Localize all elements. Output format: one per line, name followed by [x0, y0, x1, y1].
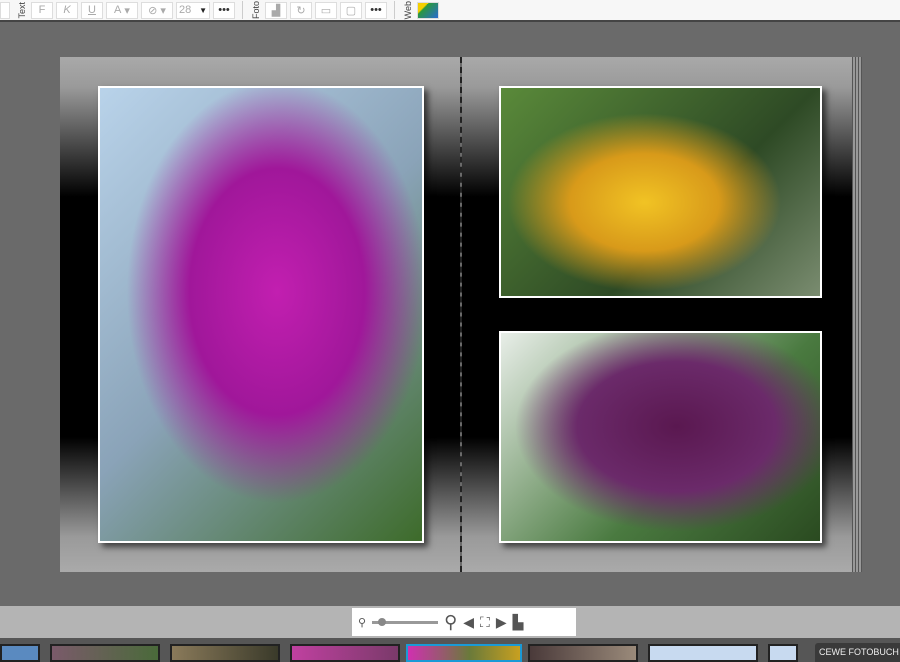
web-group-label: Web — [403, 0, 413, 20]
font-color-icon: A — [114, 4, 122, 16]
page-thumbnail[interactable] — [768, 644, 798, 662]
next-page-icon[interactable]: ▶ — [496, 614, 507, 631]
page-thumbnail[interactable] — [528, 644, 638, 662]
highlight-dropdown[interactable]: ⊘ ▾ — [141, 1, 173, 19]
highlight-icon: ⊘ — [148, 4, 158, 17]
previous-page-icon[interactable]: ◀ — [463, 614, 474, 631]
font-size-select[interactable]: 28 ▼ — [176, 1, 210, 19]
qr-code-icon[interactable] — [417, 1, 439, 19]
expand-button[interactable] — [0, 1, 10, 19]
page-view-toggle-icon[interactable]: ▙ — [513, 614, 524, 631]
page-thumbnail[interactable] — [290, 644, 400, 662]
text-group-label: Text — [17, 1, 27, 19]
underline-button[interactable]: U — [81, 1, 103, 19]
photo-yellow-orchid[interactable] — [499, 86, 822, 298]
page-thumbnail-selected[interactable] — [406, 644, 522, 662]
photo-layout-icon[interactable]: ▭ — [315, 1, 337, 19]
divider — [394, 1, 395, 19]
photo-edit-icon[interactable]: ▟ — [265, 1, 287, 19]
divider — [242, 1, 243, 19]
photo-frame-icon[interactable]: ▢ — [340, 1, 362, 19]
page-edge-right — [852, 57, 862, 572]
photo-more-button[interactable]: ••• — [365, 1, 387, 19]
fit-to-screen-icon[interactable]: ⛶ — [480, 614, 490, 631]
page-thumbnail[interactable] — [648, 644, 758, 662]
photo-purple-orchid[interactable] — [499, 331, 822, 543]
bold-button[interactable]: F — [31, 1, 53, 19]
toolbar: Text F K U A ▾ ⊘ ▾ 28 ▼ ••• Foto ▟ ↻ ▭ ▢ … — [0, 0, 900, 22]
page-thumbnail[interactable] — [170, 644, 280, 662]
photo-pink-orchid[interactable] — [98, 86, 424, 543]
zoom-slider[interactable] — [372, 617, 439, 626]
font-color-dropdown[interactable]: A ▾ — [106, 1, 138, 19]
text-more-button[interactable]: ••• — [213, 1, 235, 19]
chevron-down-icon: ▼ — [199, 5, 207, 15]
zoom-slider-knob[interactable] — [378, 617, 387, 626]
zoom-controls: ⚲ ⚲ ◀ ⛶ ▶ ▙ — [352, 608, 576, 636]
page-thumbnail[interactable] — [0, 644, 40, 662]
book-spine — [460, 57, 462, 572]
italic-button[interactable]: K — [56, 1, 78, 19]
photo-group-label: Foto — [251, 0, 261, 19]
font-size-value: 28 — [179, 4, 192, 16]
rotate-photo-icon[interactable]: ↻ — [290, 1, 312, 19]
product-label: CEWE FOTOBUCH G — [815, 643, 900, 662]
zoom-out-icon[interactable]: ⚲ — [358, 616, 366, 629]
zoom-in-icon[interactable]: ⚲ — [444, 612, 457, 633]
page-thumbnail[interactable] — [50, 644, 160, 662]
